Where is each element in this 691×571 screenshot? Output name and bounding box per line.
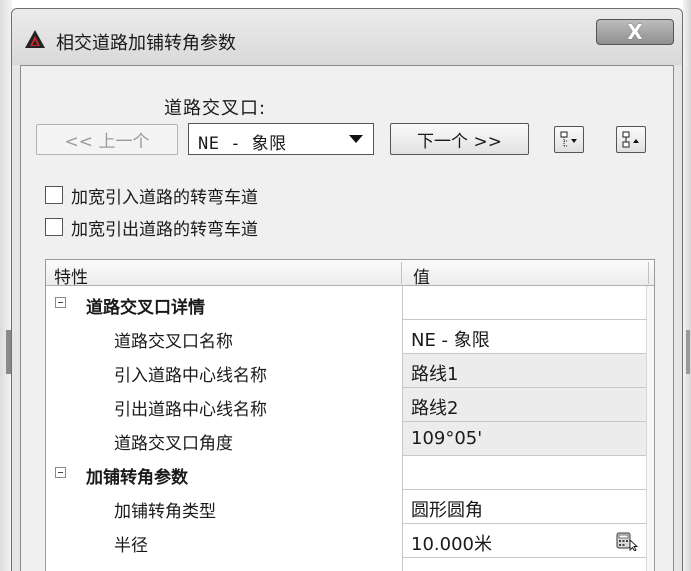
widen-exit-checkbox-row[interactable]: 加宽引出道路的转弯车道: [45, 215, 258, 240]
dialog-title: 相交道路加铺转角参数: [56, 33, 236, 54]
property-row-exit-centerline[interactable]: 引出道路中心线名称 路线2: [46, 388, 654, 422]
property-value: 109°05': [411, 428, 483, 449]
close-icon: X: [627, 20, 643, 44]
grid-header: 特性 值: [46, 260, 654, 288]
close-button[interactable]: X: [596, 19, 674, 45]
property-row-radius[interactable]: 半径 10.000米: [46, 524, 654, 558]
property-label: 道路交叉口名称: [114, 332, 233, 352]
category-curb-return-parameters[interactable]: 加铺转角参数: [46, 456, 654, 490]
widen-exit-label: 加宽引出道路的转弯车道: [71, 219, 258, 240]
property-label: 半径: [114, 536, 148, 556]
property-row-intersection-name[interactable]: 道路交叉口名称 NE - 象限: [46, 320, 654, 354]
property-row-intersection-angle[interactable]: 道路交叉口角度 109°05': [46, 422, 654, 456]
category-intersection-details[interactable]: 道路交叉口详情: [46, 286, 654, 320]
expand-all-button[interactable]: [616, 126, 646, 153]
intersection-label: 道路交叉口:: [164, 98, 267, 119]
collapse-toggle-icon[interactable]: [55, 297, 66, 308]
property-label: 加铺转角类型: [114, 502, 216, 522]
dialog-body: 道路交叉口: << 上一个 NE - 象限 下一个 >> 加宽引入道路的转弯车道…: [20, 65, 674, 571]
property-label: 引入道路中心线名称: [114, 366, 267, 386]
property-value[interactable]: 10.000米: [411, 530, 492, 556]
collapse-all-icon: [560, 131, 577, 147]
quadrant-dropdown[interactable]: NE - 象限: [188, 123, 374, 155]
property-value[interactable]: NE - 象限: [411, 326, 490, 352]
header-value[interactable]: 值: [413, 263, 430, 288]
property-value[interactable]: 圆形圆角: [411, 496, 483, 522]
widen-exit-checkbox[interactable]: [45, 218, 63, 236]
property-label: 引出道路中心线名称: [114, 400, 267, 420]
widen-entry-checkbox-row[interactable]: 加宽引入道路的转弯车道: [45, 183, 258, 208]
property-value: 路线2: [411, 398, 459, 419]
grid-right-edge: [646, 286, 654, 571]
chevron-down-icon: [349, 135, 363, 143]
previous-button[interactable]: << 上一个: [36, 124, 178, 155]
background-right: [683, 0, 691, 571]
property-row-curb-return-type[interactable]: 加铺转角类型 圆形圆角: [46, 490, 654, 524]
quadrant-value: NE - 象限: [198, 134, 287, 154]
collapse-all-button[interactable]: [554, 126, 584, 153]
autocad-app-icon: [25, 30, 45, 48]
title-bar[interactable]: 相交道路加铺转角参数 X: [12, 9, 682, 65]
property-value: 路线1: [411, 364, 459, 385]
header-property[interactable]: 特性: [54, 263, 88, 288]
collapse-toggle-icon[interactable]: [55, 467, 66, 478]
category-label: 加铺转角参数: [86, 468, 188, 488]
calculator-pick-icon[interactable]: [616, 531, 638, 551]
next-button[interactable]: 下一个 >>: [390, 123, 529, 155]
expand-all-icon: [622, 131, 639, 148]
property-grid: 特性 值 道路交叉口详情 道路交叉口名称 NE - 象限 引入道路中心线名称 路…: [45, 259, 655, 571]
empty-grid-row: [46, 558, 654, 571]
category-label: 道路交叉口详情: [86, 298, 205, 318]
property-label: 道路交叉口角度: [114, 434, 233, 454]
widen-entry-checkbox[interactable]: [45, 186, 63, 204]
property-row-entry-centerline[interactable]: 引入道路中心线名称 路线1: [46, 354, 654, 388]
widen-entry-label: 加宽引入道路的转弯车道: [71, 187, 258, 208]
dialog-window: 相交道路加铺转角参数 X 道路交叉口: << 上一个 NE - 象限 下一个 >…: [11, 8, 683, 571]
